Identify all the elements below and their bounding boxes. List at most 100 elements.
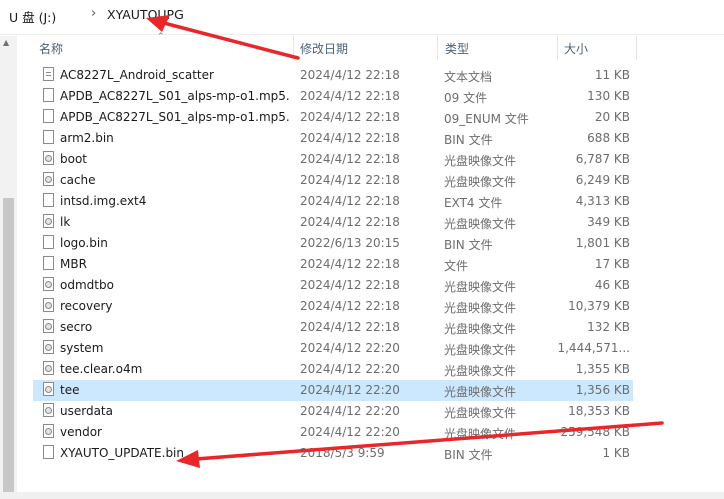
file-name: XYAUTO_UPDATE.bin [60,446,184,460]
navigation-pane-scrollbar[interactable]: ▲ [0,36,17,492]
disc-image-icon [43,214,54,228]
breadcrumb-folder[interactable]: XYAUTOUPG [107,7,184,22]
file-row[interactable]: vendor 2024/4/12 22:20 光盘映像文件 259,548 KB [33,422,633,443]
sort-ascending-icon: ⌃ [157,32,165,42]
column-divider[interactable] [636,36,637,60]
file-row[interactable]: XYAUTO_UPDATE.bin 2018/5/3 9:59 BIN 文件 1 KB [33,443,633,464]
file-row[interactable]: cache 2024/4/12 22:18 光盘映像文件 6,249 KB [33,170,633,191]
disc-image-icon [43,277,54,291]
file-row[interactable]: userdata 2024/4/12 22:20 光盘映像文件 18,353 KB [33,401,633,422]
disc-image-icon [43,151,54,165]
file-icon [43,88,54,102]
file-name: secro [60,320,93,334]
file-row[interactable]: tee.clear.o4m 2024/4/12 22:20 光盘映像文件 1,355 … [33,359,633,380]
file-modified-date: 2024/4/12 22:20 [300,362,400,376]
file-name: vendor [60,425,102,439]
disc-image-icon [43,424,54,438]
file-size: 17 KB [594,257,630,271]
file-size: 20 KB [594,110,630,124]
bottom-edge [0,492,724,499]
file-icon [43,235,54,249]
column-divider[interactable] [557,36,558,60]
file-modified-date: 2024/4/12 22:18 [300,257,400,271]
file-modified-date: 2024/4/12 22:18 [300,89,400,103]
file-size: 349 KB [587,215,630,229]
file-name: boot [60,152,88,166]
file-row[interactable]: secro 2024/4/12 22:18 光盘映像文件 132 KB [33,317,633,338]
file-size: 1,355 KB [575,362,630,376]
column-size[interactable]: 大小 [564,40,588,57]
file-size: 688 KB [587,131,630,145]
file-size: 10,379 KB [568,299,630,313]
file-name: arm2.bin [60,131,114,145]
file-row[interactable]: MBR 2024/4/12 22:18 文件 17 KB [33,254,633,275]
file-name: system [60,341,104,355]
breadcrumb: U 盘 (J:) › XYAUTOUPG [0,0,724,35]
file-row[interactable]: tee 2024/4/12 22:20 光盘映像文件 1,356 KB [33,380,633,401]
breadcrumb-drive[interactable]: U 盘 (J:) [9,7,56,26]
file-modified-date: 2024/4/12 22:18 [300,215,400,229]
file-name: cache [60,173,96,187]
file-size: 130 KB [587,89,630,103]
file-modified-date: 2024/4/12 22:18 [300,320,400,334]
file-size: 4,313 KB [575,194,630,208]
file-icon [43,109,54,123]
file-row[interactable]: arm2.bin 2024/4/12 22:18 BIN 文件 688 KB [33,128,633,149]
file-name: userdata [60,404,113,418]
file-size: 46 KB [594,278,630,292]
file-size: 11 KB [594,68,630,82]
file-name: odmdtbo [60,278,114,292]
file-modified-date: 2024/4/12 22:18 [300,68,400,82]
disc-image-icon [43,340,54,354]
file-modified-date: 2024/4/12 22:18 [300,299,400,313]
file-row[interactable]: AC8227L_Android_scatter 2024/4/12 22:18 文本… [33,65,633,86]
file-name: tee [60,383,80,397]
file-size: 6,249 KB [575,173,630,187]
text-doc-icon [43,67,54,81]
file-row[interactable]: intsd.img.ext4 2024/4/12 22:18 EXT4 文件 4,31… [33,191,633,212]
file-modified-date: 2024/4/12 22:18 [300,194,400,208]
file-name: recovery [60,299,113,313]
file-row[interactable]: lk 2024/4/12 22:18 光盘映像文件 349 KB [33,212,633,233]
file-size: 1,801 KB [575,236,630,250]
column-divider[interactable] [437,36,438,60]
file-row[interactable]: APDB_AC8227L_S01_alps-mp-o1.mp5... 2024/4… [33,107,633,128]
file-name: tee.clear.o4m [60,362,143,376]
file-modified-date: 2024/4/12 22:18 [300,131,400,145]
column-type[interactable]: 类型 [445,40,469,57]
file-name: MBR [60,257,87,271]
file-size: 132 KB [587,320,630,334]
scrollbar-thumb[interactable] [3,198,14,492]
file-name: logo.bin [60,236,108,250]
file-icon [43,256,54,270]
file-size: 1,356 KB [575,383,630,397]
file-modified-date: 2024/4/12 22:20 [300,425,400,439]
file-icon [43,445,54,459]
disc-image-icon [43,382,54,396]
file-row[interactable]: boot 2024/4/12 22:18 光盘映像文件 6,787 KB [33,149,633,170]
file-modified-date: 2024/4/12 22:18 [300,278,400,292]
disc-image-icon [43,361,54,375]
file-row[interactable]: recovery 2024/4/12 22:18 光盘映像文件 10,379 KB [33,296,633,317]
file-modified-date: 2022/6/13 20:15 [300,236,400,250]
file-size: 259,548 KB [560,425,630,439]
column-divider[interactable] [293,36,294,60]
file-row[interactable]: APDB_AC8227L_S01_alps-mp-o1.mp5... 2024/4… [33,86,633,107]
file-modified-date: 2024/4/12 22:18 [300,173,400,187]
file-row[interactable]: logo.bin 2022/6/13 20:15 BIN 文件 1,801 KB [33,233,633,254]
column-name[interactable]: 名称 [39,40,63,57]
file-size: 6,787 KB [575,152,630,166]
column-header: ⌃ 名称 修改日期 类型 大小 [17,32,637,60]
file-row[interactable]: system 2024/4/12 22:20 光盘映像文件 1,444,571... [33,338,633,359]
file-modified-date: 2024/4/12 22:20 [300,404,400,418]
scroll-up-arrow-icon[interactable]: ▲ [3,38,9,47]
file-name: intsd.img.ext4 [60,194,147,208]
file-size: 18,353 KB [568,404,630,418]
file-name: APDB_AC8227L_S01_alps-mp-o1.mp5... [60,89,290,103]
breadcrumb-separator-icon[interactable]: › [91,6,96,21]
file-size: 1,444,571... [557,341,630,355]
column-date[interactable]: 修改日期 [300,40,348,57]
file-modified-date: 2024/4/12 22:18 [300,152,400,166]
file-row[interactable]: odmdtbo 2024/4/12 22:18 光盘映像文件 46 KB [33,275,633,296]
disc-image-icon [43,298,54,312]
